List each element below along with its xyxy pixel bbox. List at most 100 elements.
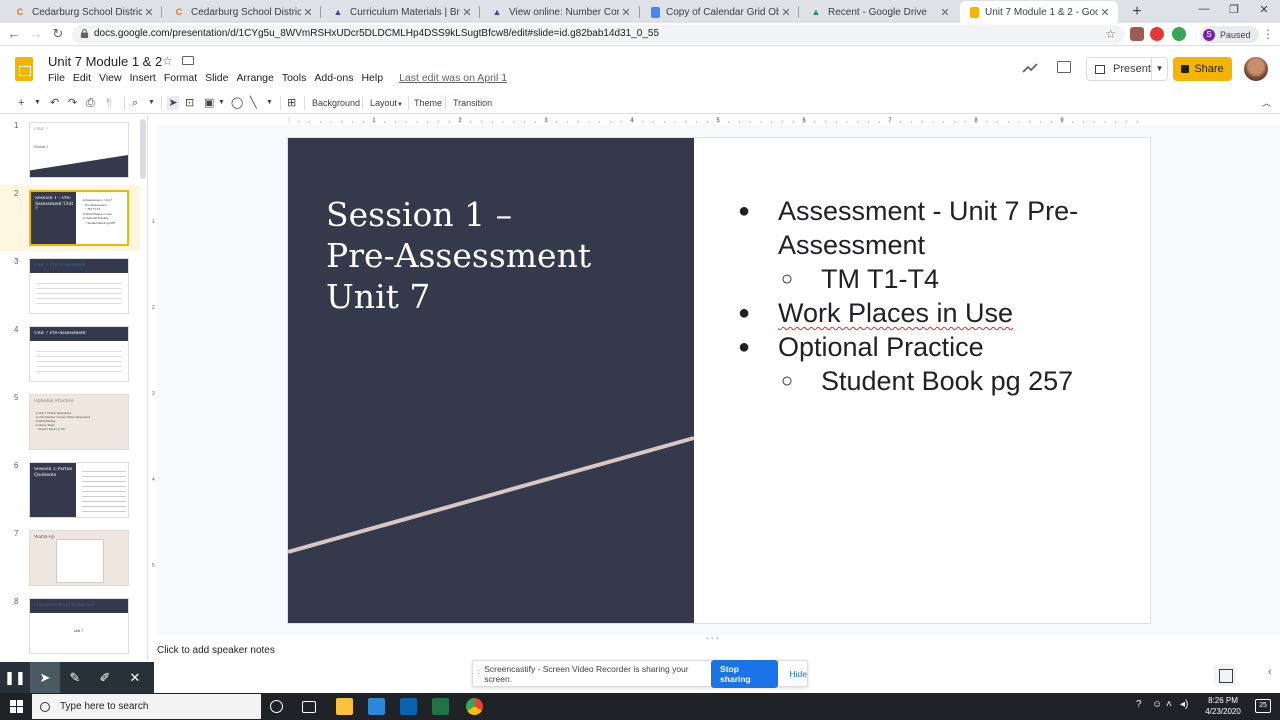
close-window-icon[interactable]: ✕ (1254, 3, 1274, 16)
image-icon[interactable]: ▣ (204, 96, 214, 110)
document-title[interactable]: Unit 7 Module 1 & 2 (48, 54, 162, 69)
shape-icon[interactable]: ◯ (231, 96, 243, 110)
slide-thumbnail-3[interactable]: 3 Unit 7 Pre-Assessment (0, 253, 140, 319)
browser-tab[interactable]: Unit 7 Module 1 & 2 - Google Sli✕ (960, 1, 1118, 23)
speaker-notes[interactable]: Click to add speaker notes (157, 645, 275, 656)
insert-comment-icon[interactable]: ⊞ (287, 96, 296, 110)
drag-handle-icon[interactable]: ⋮ (473, 668, 484, 679)
print-icon[interactable]: ⎙ (86, 96, 95, 110)
menu-help[interactable]: Help (361, 72, 383, 84)
side-panel-icon[interactable] (1214, 664, 1236, 686)
restore-window-icon[interactable]: ❐ (1224, 3, 1244, 16)
line-chevron-icon[interactable]: ▼ (266, 96, 273, 110)
pause-recording-icon[interactable]: ❚❚ (0, 662, 30, 693)
theme-button[interactable]: Theme (414, 96, 442, 110)
menu-edit[interactable]: Edit (73, 72, 91, 84)
star-icon[interactable]: ☆ (162, 54, 173, 68)
share-button[interactable]: Share (1173, 57, 1232, 81)
menu-slide[interactable]: Slide (205, 72, 228, 84)
windows-start-icon[interactable] (10, 700, 23, 713)
slide-body-text[interactable]: Assessment - Unit 7 Pre-Assessment TM T1-… (738, 194, 1138, 398)
close-tab-icon[interactable]: ✕ (460, 6, 474, 19)
transition-button[interactable]: Transition (453, 96, 492, 110)
close-tab-icon[interactable]: ✕ (142, 6, 156, 19)
people-tray-icon[interactable]: ☺ (1152, 699, 1162, 710)
present-button[interactable]: Present ▼ (1086, 57, 1168, 81)
notification-center-icon[interactable]: 25 (1255, 699, 1271, 713)
hide-banner-button[interactable]: Hide (790, 669, 807, 679)
current-slide[interactable]: Session 1 – Pre-Assessment Unit 7 Assess… (288, 138, 1150, 623)
expand-side-panel-chevron-icon[interactable]: ‹ (1268, 666, 1272, 678)
highlighter-tool-icon[interactable]: ✐ (90, 662, 120, 693)
background-button[interactable]: Background (312, 96, 360, 110)
menu-view[interactable]: View (99, 72, 122, 84)
reload-icon[interactable]: ↻ (50, 26, 66, 42)
slide-thumbnail-5[interactable]: 5 ● Unit 7 Online Resources ● Unit Number … (0, 389, 140, 455)
extension-icon[interactable] (1130, 27, 1144, 41)
browser-tab[interactable]: C Cedarburg School District ✕ (4, 1, 162, 23)
clear-drawing-icon[interactable]: ✕ (120, 662, 150, 693)
notes-resize-handle[interactable]: • • • (706, 634, 719, 643)
line-icon[interactable]: ╲ (250, 96, 257, 110)
file-explorer-icon[interactable] (336, 698, 353, 715)
close-tab-icon[interactable]: ✕ (619, 6, 633, 19)
move-to-folder-icon[interactable] (182, 56, 194, 65)
outlook-icon[interactable] (400, 698, 417, 715)
slide-thumbnail-6[interactable]: 6 Session 2 Partial Quotients (0, 457, 140, 523)
forward-icon[interactable]: → (28, 26, 44, 42)
last-edit-link[interactable]: Last edit was on April 1 (399, 72, 507, 84)
cortana-icon[interactable] (270, 700, 283, 713)
slide-thumbnail-1[interactable]: 1 Unit 7 Module 1 (0, 117, 140, 183)
image-chevron-icon[interactable]: ▼ (218, 96, 225, 110)
select-cursor-icon[interactable]: ➤ (167, 96, 179, 110)
slide-title[interactable]: Session 1 – Pre-Assessment Unit 7 (326, 194, 666, 317)
new-slide-icon[interactable]: + (18, 96, 24, 110)
close-tab-icon[interactable]: ✕ (1098, 6, 1112, 19)
browser-tab[interactable]: C Cedarburg School District - Staff✕ (163, 1, 321, 23)
taskbar-search-box[interactable]: Type here to search (32, 694, 261, 719)
activity-dashboard-icon[interactable] (1022, 61, 1038, 75)
url-field[interactable]: docs.google.com/presentation/d/1CYg5u_8W… (72, 25, 1124, 44)
menu-insert[interactable]: Insert (130, 72, 156, 84)
pen-tool-icon[interactable]: ✎ (60, 662, 90, 693)
zoom-chevron-icon[interactable]: ▼ (148, 96, 155, 110)
slide-thumbnail-8[interactable]: 8 Pre-Assessment Reflection Unit 7 (0, 593, 140, 659)
help-tray-icon[interactable]: ? (1136, 699, 1142, 710)
close-tab-icon[interactable]: ✕ (301, 6, 315, 19)
menu-format[interactable]: Format (164, 72, 197, 84)
volume-icon[interactable]: ◂) (1180, 699, 1188, 710)
menu-arrange[interactable]: Arrange (236, 72, 273, 84)
app-icon[interactable] (368, 698, 385, 715)
redo-icon[interactable]: ↷ (68, 96, 77, 110)
comments-icon[interactable] (1057, 61, 1071, 73)
paint-format-icon[interactable]: ¶ (106, 96, 112, 110)
show-hidden-icons-chevron-icon[interactable]: ˄ (1166, 699, 1172, 710)
close-tab-icon[interactable]: ✕ (779, 6, 793, 19)
menu-add-ons[interactable]: Add-ons (314, 72, 353, 84)
close-tab-icon[interactable]: ✕ (938, 6, 952, 19)
browser-menu-icon[interactable]: ⋮ (1262, 27, 1274, 41)
screencastify-extension-icon[interactable] (1150, 27, 1164, 41)
new-tab-button[interactable]: + (1128, 3, 1146, 21)
bookmark-star-icon[interactable]: ☆ (1105, 27, 1116, 41)
slides-logo-icon[interactable] (15, 57, 33, 81)
cursor-tool-icon[interactable]: ➤ (30, 662, 60, 693)
browser-tab[interactable]: Copy of Calendar Grid Observati✕ (641, 1, 799, 23)
slide-thumbnail-4[interactable]: 4 Unit 7 Pre-Assessment (0, 321, 140, 387)
publisher-icon[interactable] (432, 698, 449, 715)
browser-tab[interactable]: ▲ Curriculum Materials | Bridges Ed✕ (322, 1, 480, 23)
task-view-icon[interactable] (302, 701, 316, 713)
system-clock[interactable]: 8:26 PM 4/23/2020 (1198, 695, 1248, 717)
chrome-icon[interactable] (466, 698, 483, 715)
minimize-window-icon[interactable]: — (1194, 3, 1214, 15)
menu-tools[interactable]: Tools (282, 72, 307, 84)
stop-sharing-button[interactable]: Stop sharing (711, 659, 778, 688)
back-icon[interactable]: ← (6, 26, 22, 42)
browser-tab[interactable]: ▲ Recent - Google Drive ✕ (800, 1, 958, 23)
extension-icon[interactable] (1172, 27, 1186, 41)
browser-tab[interactable]: ▲ View online: Number Corner Gra✕ (481, 1, 639, 23)
text-box-icon[interactable]: ⊡ (185, 96, 194, 110)
account-avatar[interactable] (1244, 57, 1268, 81)
undo-icon[interactable]: ↶ (50, 96, 59, 110)
slide-thumbnail-2[interactable]: 2 ● Assessment - Unit 7 Pre-Assessment ○ … (0, 185, 140, 251)
